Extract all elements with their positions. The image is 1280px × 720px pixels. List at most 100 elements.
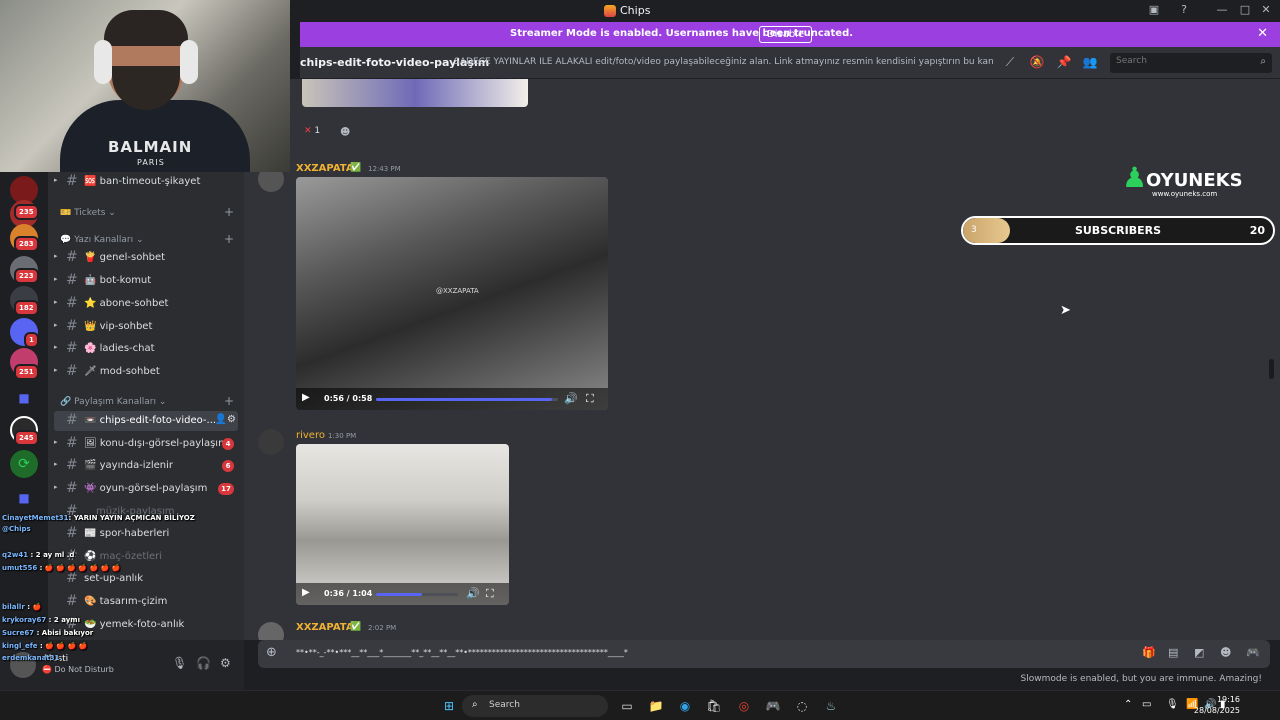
file-explorer-icon[interactable]: 📁 (647, 697, 665, 715)
webcam-headphone-left (94, 40, 112, 84)
reaction-x[interactable]: ✕ 1 (300, 125, 324, 143)
clock-time: 19:16 (1216, 695, 1240, 704)
chat-line: krykoray67 : 2 aymı (2, 616, 80, 624)
hash-icon: # (66, 249, 78, 265)
channel-item[interactable]: ▸ # 🗡 mod-sohbet (54, 362, 238, 382)
gift-icon[interactable]: 🎁 (1142, 646, 1156, 659)
channel-settings-icon[interactable]: 👤⚙ (215, 414, 236, 425)
channel-arrow-icon: ▸ (54, 252, 58, 260)
video-progress-bar[interactable] (376, 593, 458, 596)
add-channel-icon[interactable]: + (224, 232, 234, 246)
add-channel-icon[interactable]: + (224, 394, 234, 408)
fullscreen-icon[interactable]: ⛶ (486, 587, 494, 601)
video-player[interactable]: ▶ 0:36 / 1:04 🔊 ⛶ (296, 444, 509, 605)
chat-scrollbar[interactable] (1269, 359, 1274, 379)
message-author[interactable]: rivero (296, 430, 325, 441)
category-text-channels[interactable]: 💬 Yazı Kanalları ⌄ (60, 235, 144, 245)
video-progress-bar[interactable] (376, 398, 558, 401)
add-reaction-icon[interactable]: ☻ (340, 127, 350, 138)
logo-name: OYUNEKS (1146, 170, 1243, 191)
attach-plus-icon[interactable]: ⊕ (266, 645, 277, 660)
message-author[interactable]: XXZAPATA (296, 622, 354, 633)
search-box[interactable]: ⌕ (1110, 53, 1272, 73)
hash-icon: # (66, 318, 78, 334)
webcam-hair (104, 10, 188, 46)
discord-icon[interactable]: 🎮 (764, 697, 782, 715)
server-badge: 235 (14, 204, 39, 220)
server-badge: 251 (14, 364, 39, 380)
disable-streamer-mode-button[interactable]: Disable (759, 26, 813, 43)
screen-share-icon[interactable]: ▣ (1146, 3, 1162, 19)
channel-item[interactable]: ▸ # 🖼 konu-dışı-görsel-paylaşım 4 (54, 434, 238, 454)
help-icon[interactable]: ? (1176, 3, 1192, 19)
channel-label: 🤖 bot-komut (84, 275, 152, 286)
message-composer[interactable]: ⊕ **•**-_-**•***__**___*_______**_**__**… (258, 640, 1270, 668)
tray-network-icon[interactable]: ▭ (1142, 699, 1151, 710)
composer-text[interactable]: **•**-_-**•***__**___*_______**_**__**__… (296, 648, 628, 657)
category-share-channels[interactable]: 🔗 Paylaşım Kanalları ⌄ (60, 397, 166, 407)
unread-badge: 17 (218, 483, 234, 495)
volume-icon[interactable]: 🔊 (564, 392, 578, 405)
edge-icon[interactable]: ◉ (676, 697, 694, 715)
obs-icon[interactable]: ◌ (793, 697, 811, 715)
threads-icon[interactable]: ⟋ (1002, 55, 1018, 71)
channel-item[interactable]: ▸ # 👑 vip-sohbet (54, 317, 238, 337)
twitch-chat-overlay: CinayetMemet31: YARIN YAYIN AÇMICAN BİLİ… (0, 508, 200, 668)
fullscreen-icon[interactable]: ⛶ (586, 392, 594, 406)
maximize-button[interactable]: □ (1237, 3, 1253, 19)
emoji-icon[interactable]: ☻ (1220, 646, 1231, 659)
search-input[interactable] (1116, 56, 1246, 66)
video-progress-fill (376, 593, 422, 596)
refresh-server-icon[interactable]: ⟳ (10, 450, 38, 478)
channel-item[interactable]: ▸ # ⭐ abone-sohbet (54, 294, 238, 314)
windows-start-icon[interactable]: ⊞ (440, 697, 458, 715)
channel-topic[interactable]: SADECE YAYINLAR İLE ALAKALI edit/foto/vi… (454, 57, 994, 67)
channel-item[interactable]: ▸ # 🤖 bot-komut (54, 271, 238, 291)
task-view-icon[interactable]: ▭ (618, 697, 636, 715)
folder-icon[interactable]: ■ (10, 384, 38, 412)
notification-bell-icon[interactable]: 🔕 (1029, 55, 1045, 71)
gif-icon[interactable]: ▤ (1168, 646, 1178, 659)
author-avatar[interactable] (258, 429, 284, 455)
tray-mic-icon[interactable]: 🎙 (1166, 699, 1179, 710)
message-author[interactable]: XXZAPATA (296, 163, 354, 174)
hash-icon: # (66, 457, 78, 473)
play-icon[interactable]: ▶ (302, 587, 310, 598)
close-window-button[interactable]: ✕ (1258, 3, 1274, 19)
steam-icon[interactable]: ♨ (822, 697, 840, 715)
taskbar-clock[interactable]: 19:16 28/08/2025 (1194, 694, 1240, 716)
channel-item[interactable]: ▸ # 👾 oyun-görsel-paylaşım 17 (54, 479, 238, 499)
channel-item[interactable]: ▸ # 🍟 genel-sohbet (54, 248, 238, 268)
subscriber-goal-bar: 3 SUBSCRIBERS 20 (961, 216, 1275, 245)
taskbar-search[interactable]: ⌕ Search (462, 695, 608, 717)
hash-icon: # (66, 480, 78, 496)
member-list-icon[interactable]: 👥 (1082, 55, 1098, 71)
hash-icon: # (66, 363, 78, 379)
channel-arrow-icon: ▸ (54, 366, 58, 374)
play-icon[interactable]: ▶ (302, 392, 310, 403)
channel-item-active[interactable]: # 📼 chips-edit-foto-video-... 👤⚙ (54, 411, 238, 431)
channel-arrow-icon: ▸ (54, 176, 58, 184)
banner-close-icon[interactable]: ✕ (1257, 26, 1268, 41)
store-icon[interactable]: 🛍 (705, 697, 723, 715)
search-icon: ⌕ (472, 699, 478, 710)
channel-item[interactable]: ▸ # 🌸 ladies-chat (54, 339, 238, 359)
sticker-icon[interactable]: ◩ (1194, 646, 1204, 659)
pinned-messages-icon[interactable]: 📌 (1056, 55, 1072, 71)
category-tickets[interactable]: 🎫 Tickets ⌄ (60, 208, 116, 218)
chrome-icon[interactable]: ◎ (735, 697, 753, 715)
channel-item[interactable]: ▸ # 🆘 ban-timeout-şikayet (54, 172, 238, 192)
attachment-image[interactable] (302, 79, 528, 107)
author-avatar[interactable] (258, 622, 284, 640)
video-player[interactable]: @XXZAPATA ▶ 0:56 / 0:58 🔊 ⛶ (296, 177, 608, 410)
add-channel-icon[interactable]: + (224, 205, 234, 219)
channel-arrow-icon: ▸ (54, 483, 58, 491)
server-badge: 223 (14, 268, 39, 284)
apps-icon[interactable]: 🎮 (1246, 646, 1260, 659)
channel-item[interactable]: ▸ # 🎬 yayında-izlenir 6 (54, 456, 238, 476)
tray-chevron-icon[interactable]: ⌃ (1124, 699, 1132, 710)
user-settings-gear-icon[interactable]: ⚙ (220, 656, 231, 670)
volume-icon[interactable]: 🔊 (466, 587, 480, 600)
oyuneks-logo: ♟ OYUNEKS www.oyuneks.com (1118, 158, 1248, 202)
minimize-button[interactable]: — (1214, 3, 1230, 19)
